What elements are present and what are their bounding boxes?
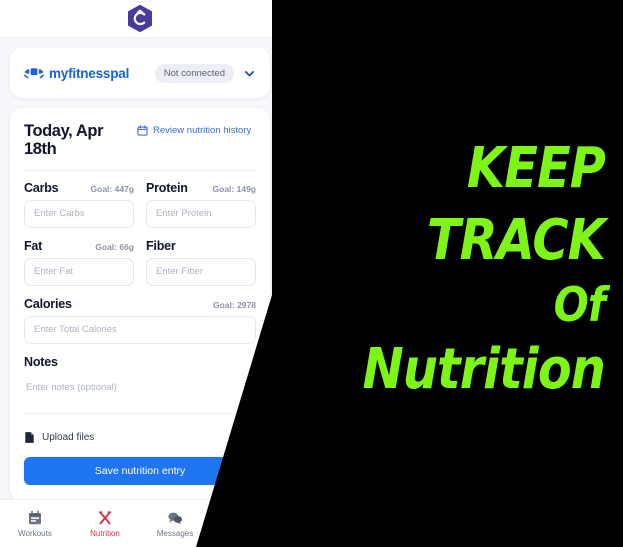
file-upload-icon	[25, 432, 34, 443]
mobile-app-viewport: myfitnesspal Not connected Today, Apr 18…	[0, 0, 280, 547]
field-fat-label: Fat	[24, 238, 43, 253]
myfitnesspal-integration-card[interactable]: myfitnesspal Not connected	[10, 48, 270, 98]
nav-item-workouts[interactable]: Workouts	[0, 510, 70, 538]
field-protein: Protein Goal: 149g	[146, 181, 256, 228]
field-notes-header: Notes	[24, 355, 256, 369]
field-calories: Calories Goal: 2978	[24, 297, 256, 344]
field-protein-header: Protein Goal: 149g	[146, 181, 256, 195]
lifebuoy-support-icon	[238, 510, 252, 525]
field-notes-label: Notes	[24, 354, 58, 369]
nav-label-nutrition: Nutrition	[90, 528, 120, 538]
app-scroll-area: myfitnesspal Not connected Today, Apr 18…	[0, 38, 280, 547]
fork-knife-icon	[98, 510, 112, 524]
field-calories-header: Calories Goal: 2978	[24, 297, 256, 311]
promo-line-1: KEEP	[466, 136, 606, 201]
field-notes: Notes	[24, 355, 256, 419]
field-fat-header: Fat Goal: 66g	[24, 239, 134, 253]
promo-text-block: KEEP TRACK Of Nutrition	[275, 136, 606, 403]
under-armour-logo-icon	[24, 67, 44, 79]
hexagon-c-logo-icon	[127, 4, 153, 33]
field-protein-goal: Goal: 149g	[212, 183, 256, 194]
field-fiber-header: Fiber	[146, 239, 256, 253]
carbs-input[interactable]	[24, 199, 134, 228]
fiber-input[interactable]	[146, 257, 256, 286]
upload-files-label: Upload files	[42, 431, 95, 443]
field-calories-goal: Goal: 2978	[213, 299, 256, 310]
calories-input[interactable]	[24, 315, 256, 344]
chevron-down-icon[interactable]	[243, 67, 256, 80]
field-carbs: Carbs Goal: 447g	[24, 181, 134, 228]
date-header-row: Today, Apr 18th Review nutrition history	[24, 122, 256, 171]
screenshot-root: myfitnesspal Not connected Today, Apr 18…	[0, 0, 623, 547]
promo-line-4: Nutrition	[362, 337, 605, 403]
nav-item-messages[interactable]: Messages	[140, 510, 210, 538]
integration-status-group: Not connected	[154, 63, 256, 83]
chat-bubbles-icon	[168, 512, 182, 524]
integration-provider-name: myfitnesspal	[49, 65, 130, 81]
field-carbs-label: Carbs	[24, 180, 59, 195]
field-fat: Fat Goal: 66g	[24, 239, 134, 286]
nav-item-support[interactable]: Supp	[210, 510, 280, 538]
notes-textarea[interactable]	[24, 373, 256, 414]
fat-input[interactable]	[24, 257, 134, 286]
upload-files-button[interactable]: Upload files	[24, 431, 256, 444]
page-title: Today, Apr 18th	[24, 122, 104, 159]
integration-status-badge: Not connected	[154, 63, 234, 83]
nutrition-entry-card: Today, Apr 18th Review nutrition history	[10, 108, 270, 501]
review-nutrition-history-link[interactable]: Review nutrition history	[137, 125, 251, 136]
field-fiber: Fiber	[146, 239, 256, 286]
macro-fields-grid: Carbs Goal: 447g Protein Goal: 149g	[24, 181, 256, 297]
calendar-workouts-icon	[29, 510, 41, 524]
field-carbs-goal: Goal: 447g	[90, 183, 134, 194]
promo-line-3: Of	[553, 278, 606, 334]
calendar-icon	[137, 125, 148, 136]
nav-label-workouts: Workouts	[18, 528, 52, 538]
field-fiber-label: Fiber	[146, 238, 176, 253]
field-fat-goal: Goal: 66g	[95, 241, 134, 252]
field-protein-label: Protein	[146, 180, 188, 195]
nav-item-nutrition[interactable]: Nutrition	[70, 510, 140, 538]
app-header	[0, 0, 280, 38]
protein-input[interactable]	[146, 199, 256, 228]
myfitnesspal-logo: myfitnesspal	[24, 66, 129, 81]
field-carbs-header: Carbs Goal: 447g	[24, 181, 134, 195]
nav-label-messages: Messages	[156, 528, 194, 538]
field-calories-label: Calories	[24, 296, 72, 311]
bottom-navigation-bar: Workouts Nutrition Messages Supp	[0, 499, 280, 547]
save-nutrition-entry-button[interactable]: Save nutrition entry	[24, 456, 256, 485]
nav-label-support: Supp	[235, 528, 255, 538]
promo-line-2: TRACK	[426, 208, 606, 274]
review-history-label: Review nutrition history	[153, 125, 252, 136]
